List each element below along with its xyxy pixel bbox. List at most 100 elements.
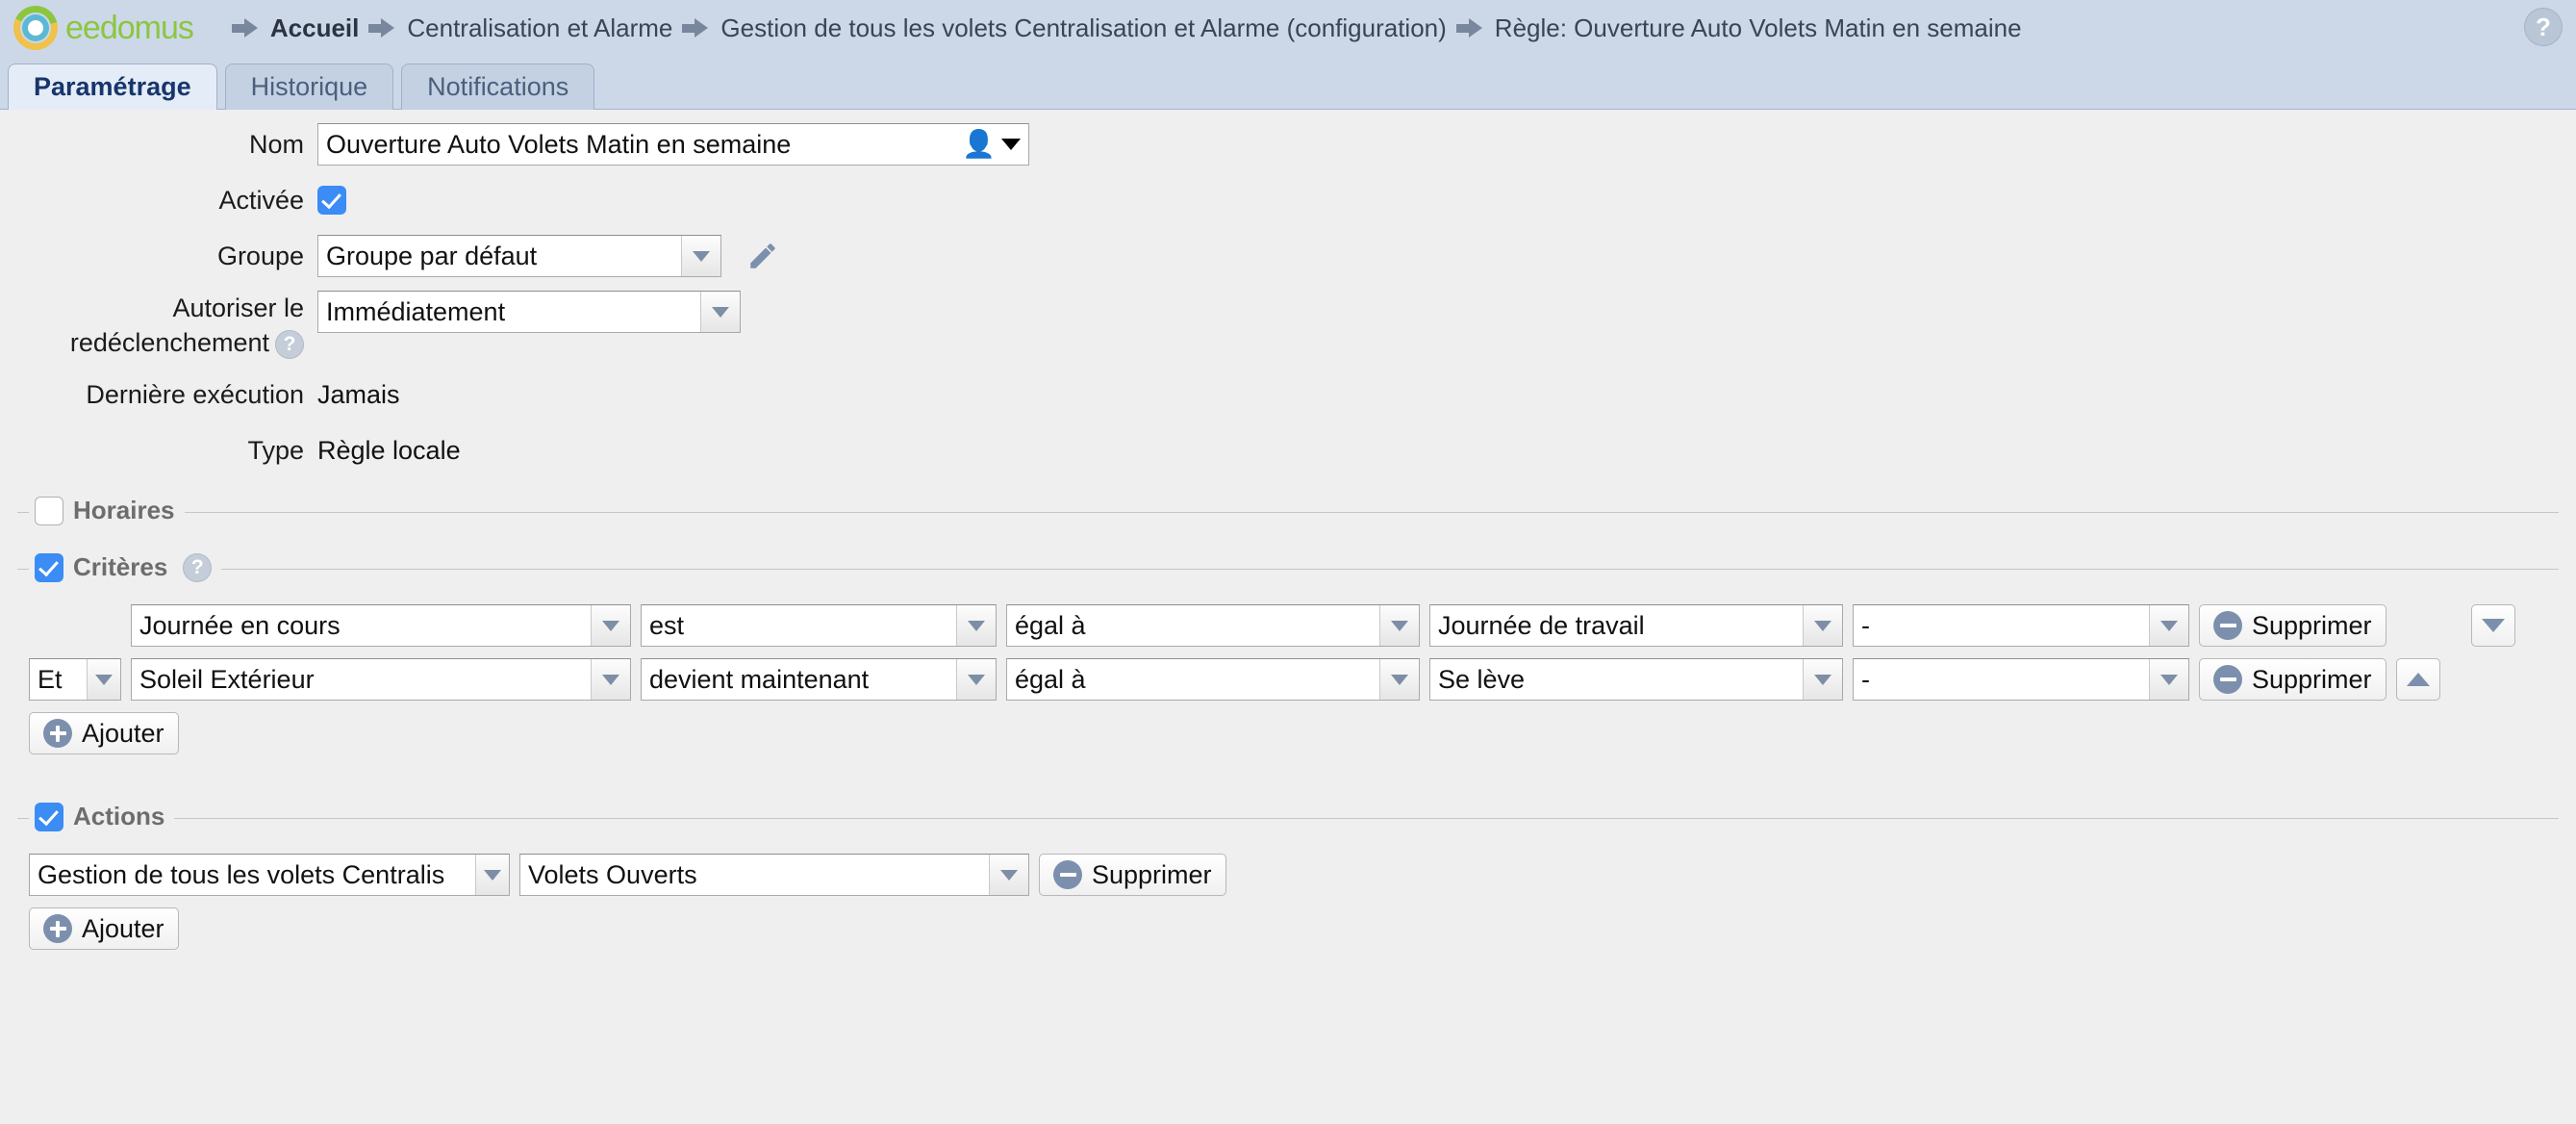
arrow-right-icon — [1455, 18, 1483, 38]
breadcrumb-item-gestion-volets[interactable]: Gestion de tous les volets Centralisatio… — [682, 13, 1447, 43]
criteres-body: Journée en cours est égal à Journée de t… — [17, 579, 2559, 783]
chevron-down-icon[interactable] — [956, 659, 996, 700]
redeclenchement-label-line2: redéclenchement — [69, 328, 269, 357]
field-redeclenchement-label: Autoriser le redéclenchement? — [0, 291, 317, 360]
criteria-delete-label: Supprimer — [2252, 664, 2372, 694]
actions-checkbox[interactable] — [35, 802, 63, 831]
pencil-icon[interactable] — [741, 235, 785, 277]
redeclenchement-select[interactable]: Immédiatement — [317, 291, 741, 333]
nom-input[interactable]: Ouverture Auto Volets Matin en semaine 👤 — [317, 123, 1029, 166]
field-activee-row: Activée — [0, 179, 2576, 221]
criteria-comparator-value: égal à — [1015, 664, 1086, 694]
plus-circle-icon — [43, 719, 72, 748]
chevron-down-icon[interactable] — [700, 292, 740, 332]
person-picker[interactable]: 👤 — [962, 131, 1021, 158]
chevron-down-icon[interactable] — [1803, 605, 1842, 646]
chevron-down-icon[interactable] — [475, 855, 509, 895]
redeclenchement-label-line1: Autoriser le — [172, 294, 304, 322]
criteres-legend-label: Critères — [73, 552, 168, 581]
criteria-row: Journée en cours est égal à Journée de t… — [29, 604, 2559, 647]
arrow-right-icon — [231, 18, 259, 38]
breadcrumb: Accueil Centralisation et Alarme Gestion… — [231, 13, 2032, 43]
criteria-subject-select[interactable]: Soleil Extérieur — [131, 658, 631, 701]
action-target-value: Gestion de tous les volets Centralis — [38, 859, 445, 889]
field-activee-label: Activée — [218, 186, 304, 215]
criteria-comparator-select[interactable]: égal à — [1006, 604, 1420, 647]
criteria-subject-select[interactable]: Journée en cours — [131, 604, 631, 647]
criteres-checkbox[interactable] — [35, 552, 63, 582]
tab-historique[interactable]: Historique — [224, 64, 394, 110]
chevron-down-icon[interactable] — [681, 236, 720, 276]
groupe-value: Groupe par défaut — [326, 241, 538, 270]
criteria-operator-select[interactable]: est — [641, 604, 997, 647]
chevron-down-icon[interactable] — [87, 659, 120, 700]
criteria-delete-button[interactable]: Supprimer — [2199, 604, 2387, 647]
groupe-select[interactable]: Groupe par défaut — [317, 235, 721, 277]
field-nom-label: Nom — [248, 130, 304, 159]
redeclenchement-label-line2-wrap: redéclenchement? — [0, 325, 304, 360]
tab-bar: Paramétrage Historique Notifications — [0, 56, 2576, 110]
action-command-value: Volets Ouverts — [528, 859, 697, 889]
criteres-add-button[interactable]: Ajouter — [29, 712, 179, 754]
minus-circle-icon — [2213, 611, 2242, 640]
triangle-up-icon — [2406, 673, 2430, 686]
breadcrumb-label: Centralisation et Alarme — [407, 13, 673, 42]
actions-add-button[interactable]: Ajouter — [29, 907, 179, 950]
brand-logo[interactable]: eedomus — [0, 6, 194, 50]
nom-value: Ouverture Auto Volets Matin en semaine — [326, 129, 792, 159]
criteria-move-down-button[interactable] — [2470, 604, 2515, 647]
chevron-down-icon[interactable] — [591, 659, 630, 700]
criteria-move-up-button[interactable] — [2395, 658, 2440, 701]
actions-add-label: Ajouter — [82, 913, 164, 943]
criteria-extra-select[interactable]: - — [1853, 658, 2189, 701]
criteria-value-select[interactable]: Journée de travail — [1429, 604, 1843, 647]
breadcrumb-label: Gestion de tous les volets Centralisatio… — [720, 13, 1447, 42]
chevron-down-icon[interactable] — [989, 855, 1028, 895]
field-type-row: Type Règle locale — [0, 429, 2576, 472]
horaires-checkbox[interactable] — [35, 496, 63, 525]
chevron-down-icon[interactable] — [2149, 605, 2188, 646]
criteria-operator-select[interactable]: devient maintenant — [641, 658, 997, 701]
action-target-select[interactable]: Gestion de tous les volets Centralis — [29, 854, 510, 896]
field-redeclenchement-row: Autoriser le redéclenchement? Immédiatem… — [0, 291, 2576, 360]
criteria-delete-label: Supprimer — [2252, 610, 2372, 640]
horaires-section: Horaires — [17, 496, 2559, 530]
top-bar: eedomus Accueil Centralisation et Alarme… — [0, 0, 2576, 56]
criteria-extra-select[interactable]: - — [1853, 604, 2189, 647]
criteria-row: Et Soleil Extérieur devient maintenant é… — [29, 658, 2559, 701]
help-icon[interactable]: ? — [183, 552, 213, 582]
chevron-down-icon[interactable] — [1379, 659, 1419, 700]
criteria-delete-button[interactable]: Supprimer — [2199, 658, 2387, 701]
tab-notifications[interactable]: Notifications — [401, 64, 595, 110]
chevron-down-icon[interactable] — [591, 605, 630, 646]
help-icon[interactable]: ? — [275, 329, 304, 359]
criteria-comparator-select[interactable]: égal à — [1006, 658, 1420, 701]
chevron-down-icon[interactable] — [956, 605, 996, 646]
actions-add-row: Ajouter — [29, 907, 2559, 950]
criteres-add-row: Ajouter — [29, 712, 2559, 754]
breadcrumb-item-accueil[interactable]: Accueil — [231, 13, 359, 43]
minus-circle-icon — [2213, 665, 2242, 694]
criteria-extra-value: - — [1861, 610, 1870, 640]
breadcrumb-item-regle[interactable]: Règle: Ouverture Auto Volets Matin en se… — [1455, 13, 2022, 43]
chevron-down-icon[interactable] — [2149, 659, 2188, 700]
action-command-select[interactable]: Volets Ouverts — [519, 854, 1029, 896]
eedomus-ring-logo-icon — [13, 6, 58, 50]
breadcrumb-item-centralisation[interactable]: Centralisation et Alarme — [368, 13, 672, 43]
criteres-legend: Critères ? — [29, 552, 222, 582]
criteria-value-select[interactable]: Se lève — [1429, 658, 1843, 701]
activee-checkbox[interactable] — [317, 186, 346, 215]
main-content: Nom Ouverture Auto Volets Matin en semai… — [0, 123, 2576, 979]
chevron-down-icon[interactable] — [1379, 605, 1419, 646]
help-icon[interactable]: ? — [2524, 8, 2563, 46]
field-groupe-label: Groupe — [216, 242, 304, 270]
criteria-operator-value: devient maintenant — [649, 664, 870, 694]
chevron-down-icon — [1001, 139, 1021, 150]
redeclenchement-value: Immédiatement — [326, 296, 506, 326]
criteria-conjunction-select[interactable]: Et — [29, 658, 121, 701]
action-delete-button[interactable]: Supprimer — [1039, 854, 1226, 896]
actions-body: Gestion de tous les volets Centralis Vol… — [17, 829, 2559, 979]
field-type-label: Type — [247, 436, 304, 465]
tab-parametrage[interactable]: Paramétrage — [8, 64, 217, 110]
chevron-down-icon[interactable] — [1803, 659, 1842, 700]
